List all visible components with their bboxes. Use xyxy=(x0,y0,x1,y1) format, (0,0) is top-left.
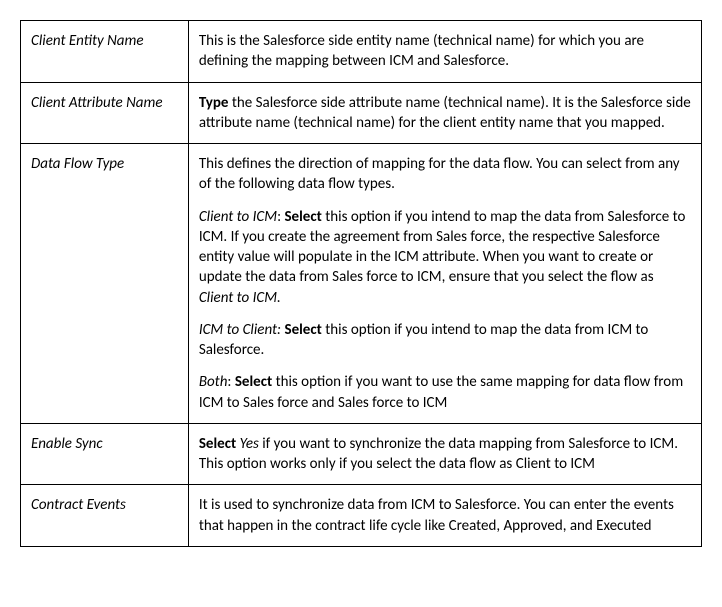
text-bold: Type xyxy=(199,94,229,112)
field-label: Client Entity Name xyxy=(21,21,189,83)
text-bold: Select xyxy=(235,373,272,391)
field-label: Data Flow Type xyxy=(21,144,189,424)
table-row: Client Entity Name This is the Salesforc… xyxy=(21,21,702,83)
field-definitions-table: Client Entity Name This is the Salesforc… xyxy=(20,20,702,547)
text-bold: Select xyxy=(284,321,321,339)
field-description: Type the Salesforce side attribute name … xyxy=(188,82,701,144)
table-row: Enable Sync Select Yes if you want to sy… xyxy=(21,423,702,485)
field-description: Select Yes if you want to synchronize th… xyxy=(188,423,701,485)
text-italic: Yes xyxy=(240,435,259,453)
text-italic: ICM to Client: xyxy=(199,321,281,339)
text-italic: Client to ICM xyxy=(199,208,277,226)
field-label: Client Attribute Name xyxy=(21,82,189,144)
field-label: Enable Sync xyxy=(21,423,189,485)
text: the Salesforce side attribute name (tech… xyxy=(199,94,691,132)
table-row: Data Flow Type This defines the directio… xyxy=(21,144,702,424)
text: if you want to synchronize the data mapp… xyxy=(199,435,678,473)
text-bold: Select xyxy=(199,435,236,453)
text-bold: Select xyxy=(284,208,321,226)
field-description: This is the Salesforce side entity name … xyxy=(188,21,701,83)
field-description: It is used to synchronize data from ICM … xyxy=(188,485,701,547)
field-description: This defines the direction of mapping fo… xyxy=(188,144,701,424)
text: This is the Salesforce side entity name … xyxy=(199,32,644,70)
field-label: Contract Events xyxy=(21,485,189,547)
table-row: Contract Events It is used to synchroniz… xyxy=(21,485,702,547)
text: this option if you want to use the same … xyxy=(199,373,683,411)
text: It is used to synchronize data from ICM … xyxy=(199,496,674,534)
table-row: Client Attribute Name Type the Salesforc… xyxy=(21,82,702,144)
text: This defines the direction of mapping fo… xyxy=(199,155,680,193)
text-italic: Both xyxy=(199,373,228,391)
text-italic: Client to ICM. xyxy=(199,289,281,307)
text: : xyxy=(227,373,234,391)
